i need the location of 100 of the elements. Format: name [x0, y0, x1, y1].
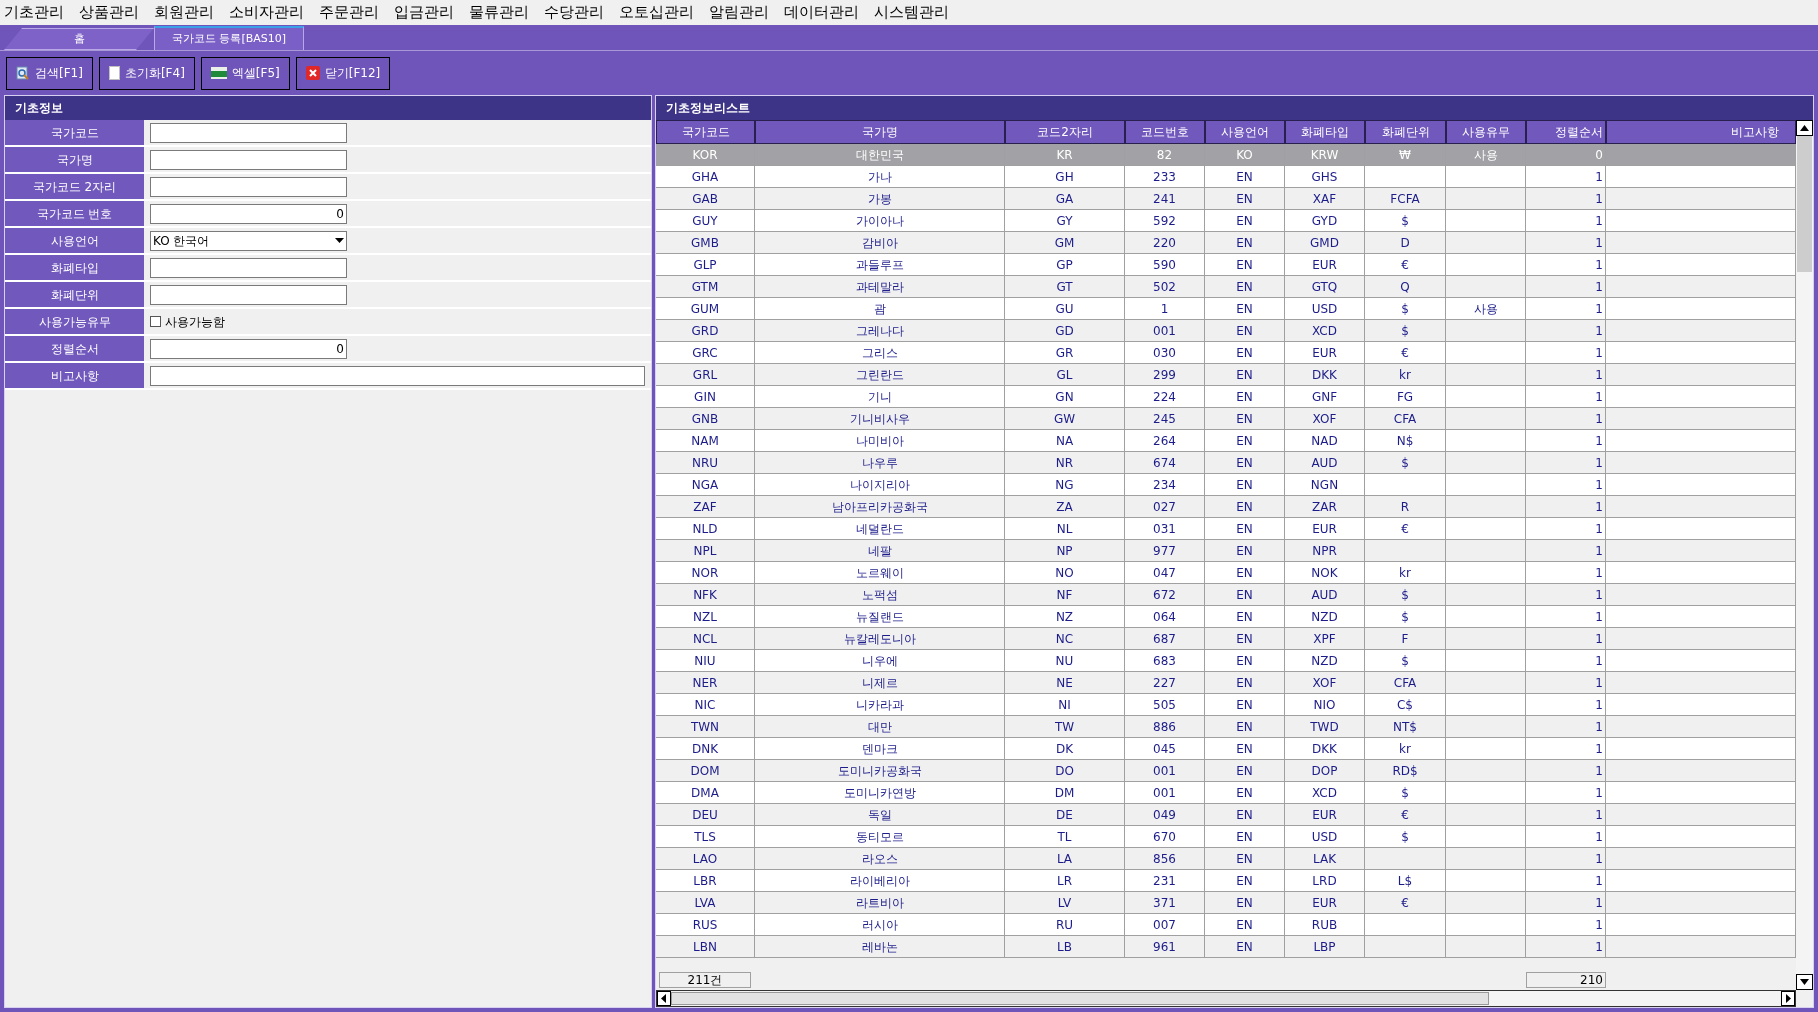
toolbar-button[interactable]: 검색[F1] — [6, 56, 93, 90]
panel-title: 기초정보리스트 — [656, 96, 1813, 120]
menu-item[interactable]: 주문관리 — [319, 1, 379, 24]
table-row[interactable]: GRC 그리스 GR 030 EN EUR € 1 — [656, 342, 1796, 364]
menu-item[interactable]: 수당관리 — [544, 1, 604, 24]
field-label: 국가코드 번호 — [5, 201, 144, 226]
table-row[interactable]: GAB 가봉 GA 241 EN XAF FCFA 1 — [656, 188, 1796, 210]
toolbar-button[interactable]: 닫기[F12] — [295, 56, 391, 90]
toolbar-button[interactable]: 초기화[F4] — [98, 56, 195, 90]
menu-item[interactable]: 소비자관리 — [229, 1, 304, 24]
table-row[interactable]: NRU 나우루 NR 674 EN AUD $ 1 — [656, 452, 1796, 474]
scrollbar-thumb[interactable] — [671, 992, 1489, 1005]
scroll-right-icon[interactable] — [1781, 991, 1795, 1006]
input-field[interactable] — [150, 257, 347, 278]
menu-item[interactable]: 입금관리 — [394, 1, 454, 24]
table-row[interactable]: LAO 라오스 LA 856 EN LAK 1 — [656, 848, 1796, 870]
field-label: 국가명 — [5, 147, 144, 172]
table-row[interactable]: GHA 가나 GH 233 EN GHS 1 — [656, 166, 1796, 188]
table-row[interactable]: LVA 라트비아 LV 371 EN EUR € 1 — [656, 892, 1796, 914]
menu-item[interactable]: 오토십관리 — [619, 1, 694, 24]
table-row[interactable]: TWN 대만 TW 886 EN TWD NT$ 1 — [656, 716, 1796, 738]
table-row[interactable]: NLD 네덜란드 NL 031 EN EUR € 1 — [656, 518, 1796, 540]
table-row[interactable]: DOM 도미니카공화국 DO 001 EN DOP RD$ 1 — [656, 760, 1796, 782]
field-label: 국가코드 2자리 — [5, 174, 144, 199]
table-cell: LB — [1005, 936, 1125, 958]
table-cell: 961 — [1125, 936, 1205, 958]
spreadsheet-icon — [210, 67, 227, 79]
table-row[interactable]: GTM 과테말라 GT 502 EN GTQ Q 1 — [656, 276, 1796, 298]
scroll-up-icon[interactable] — [1796, 120, 1813, 136]
scroll-left-icon[interactable] — [657, 991, 671, 1006]
menu-item[interactable]: 시스템관리 — [874, 1, 949, 24]
table-row[interactable]: LBR 라이베리아 LR 231 EN LRD L$ 1 — [656, 870, 1796, 892]
sum-value: 210 — [1526, 972, 1606, 988]
table-row[interactable]: NZL 뉴질랜드 NZ 064 EN NZD $ 1 — [656, 606, 1796, 628]
table-row[interactable]: NAM 나미비아 NA 264 EN NAD N$ 1 — [656, 430, 1796, 452]
vertical-scrollbar[interactable] — [1796, 120, 1813, 990]
column-header[interactable]: 사용언어 — [1205, 120, 1285, 144]
table-row[interactable]: GMB 감비아 GM 220 EN GMD D 1 — [656, 232, 1796, 254]
caret-icon — [335, 238, 344, 243]
column-header[interactable]: 화폐타입 — [1285, 120, 1365, 144]
input-field[interactable]: 0 — [150, 338, 347, 359]
scrollbar-thumb[interactable] — [1797, 136, 1812, 272]
menu-item[interactable]: 물류관리 — [469, 1, 529, 24]
table-row[interactable]: GRD 그레나다 GD 001 EN XCD $ 1 — [656, 320, 1796, 342]
table-cell: 1 — [1526, 936, 1606, 958]
toolbar-button[interactable]: 엑셀[F5] — [200, 56, 290, 90]
menu-item[interactable]: 회원관리 — [154, 1, 214, 24]
menu-item[interactable]: 상품관리 — [79, 1, 139, 24]
scroll-down-icon[interactable] — [1796, 974, 1813, 990]
table-row[interactable]: NIC 니카라과 NI 505 EN NIO C$ 1 — [656, 694, 1796, 716]
column-header[interactable]: 사용유무 — [1446, 120, 1526, 144]
menu-item[interactable]: 데이터관리 — [784, 1, 859, 24]
table-row[interactable]: GLP 과들루프 GP 590 EN EUR € 1 — [656, 254, 1796, 276]
column-header[interactable]: 코드2자리 — [1005, 120, 1125, 144]
table-row[interactable]: DEU 독일 DE 049 EN EUR € 1 — [656, 804, 1796, 826]
table-row[interactable]: NGA 나이지리아 NG 234 EN NGN 1 — [656, 474, 1796, 496]
table-row[interactable]: GUY 가이아나 GY 592 EN GYD $ 1 — [656, 210, 1796, 232]
input-field[interactable] — [150, 284, 347, 305]
tab[interactable]: 홈 — [4, 28, 154, 50]
column-header[interactable]: 국가코드 — [656, 120, 755, 144]
table-row[interactable]: GIN 기니 GN 224 EN GNF FG 1 — [656, 386, 1796, 408]
table-row[interactable]: NPL 네팔 NP 977 EN NPR 1 — [656, 540, 1796, 562]
dropdown[interactable]: KO 한국어 — [150, 230, 347, 251]
table-row[interactable]: GUM 괌 GU 1 EN USD $ 사용 1 — [656, 298, 1796, 320]
input-field[interactable] — [150, 149, 347, 170]
column-header[interactable]: 비고사항 — [1606, 120, 1796, 144]
column-header[interactable]: 국가명 — [755, 120, 1005, 144]
table-row[interactable]: DNK 덴마크 DK 045 EN DKK kr 1 — [656, 738, 1796, 760]
input-field[interactable]: 0 — [150, 203, 347, 224]
table-row[interactable]: NFK 노퍽섬 NF 672 EN AUD $ 1 — [656, 584, 1796, 606]
table-row[interactable]: ZAF 남아프리카공화국 ZA 027 EN ZAR R 1 — [656, 496, 1796, 518]
menu-item[interactable]: 기초관리 — [4, 1, 64, 24]
horizontal-scrollbar[interactable] — [656, 990, 1796, 1007]
tab[interactable]: 국가코드 등록[BAS10] — [154, 26, 304, 50]
input-field[interactable] — [150, 365, 645, 386]
menu-item[interactable]: 알림관리 — [709, 1, 769, 24]
field-label: 사용가능유무 — [5, 309, 144, 334]
table-row[interactable]: NCL 뉴칼레도니아 NC 687 EN XPF F 1 — [656, 628, 1796, 650]
table-row[interactable]: NER 니제르 NE 227 EN XOF CFA 1 — [656, 672, 1796, 694]
table-row[interactable]: RUS 러시아 RU 007 EN RUB 1 — [656, 914, 1796, 936]
field-label: 정렬순서 — [5, 336, 144, 361]
table-row[interactable]: NOR 노르웨이 NO 047 EN NOK kr 1 — [656, 562, 1796, 584]
table-row[interactable]: GRL 그린란드 GL 299 EN DKK kr 1 — [656, 364, 1796, 386]
table-row[interactable]: LBN 레바논 LB 961 EN LBP 1 — [656, 936, 1796, 958]
dropdown-value: KO 한국어 — [153, 232, 210, 250]
table-row[interactable]: DMA 도미니카연방 DM 001 EN XCD $ 1 — [656, 782, 1796, 804]
input-field[interactable] — [150, 122, 347, 143]
input-field[interactable] — [150, 176, 347, 197]
column-header[interactable]: 정렬순서 — [1526, 120, 1606, 144]
checkbox[interactable]: 사용가능함 — [150, 312, 225, 331]
table-cell: LBP — [1285, 936, 1365, 958]
table-row[interactable]: TLS 동티모르 TL 670 EN USD $ 1 — [656, 826, 1796, 848]
table-row[interactable]: GNB 기니비사우 GW 245 EN XOF CFA 1 — [656, 408, 1796, 430]
table-row[interactable]: NIU 니우에 NU 683 EN NZD $ 1 — [656, 650, 1796, 672]
field-label: 화폐타입 — [5, 255, 144, 280]
field-label: 국가코드 — [5, 120, 144, 145]
column-header[interactable]: 화폐단위 — [1365, 120, 1446, 144]
table-cell: LBN — [656, 936, 755, 958]
panel-title: 기초정보 — [5, 96, 651, 120]
column-header[interactable]: 코드번호 — [1125, 120, 1205, 144]
